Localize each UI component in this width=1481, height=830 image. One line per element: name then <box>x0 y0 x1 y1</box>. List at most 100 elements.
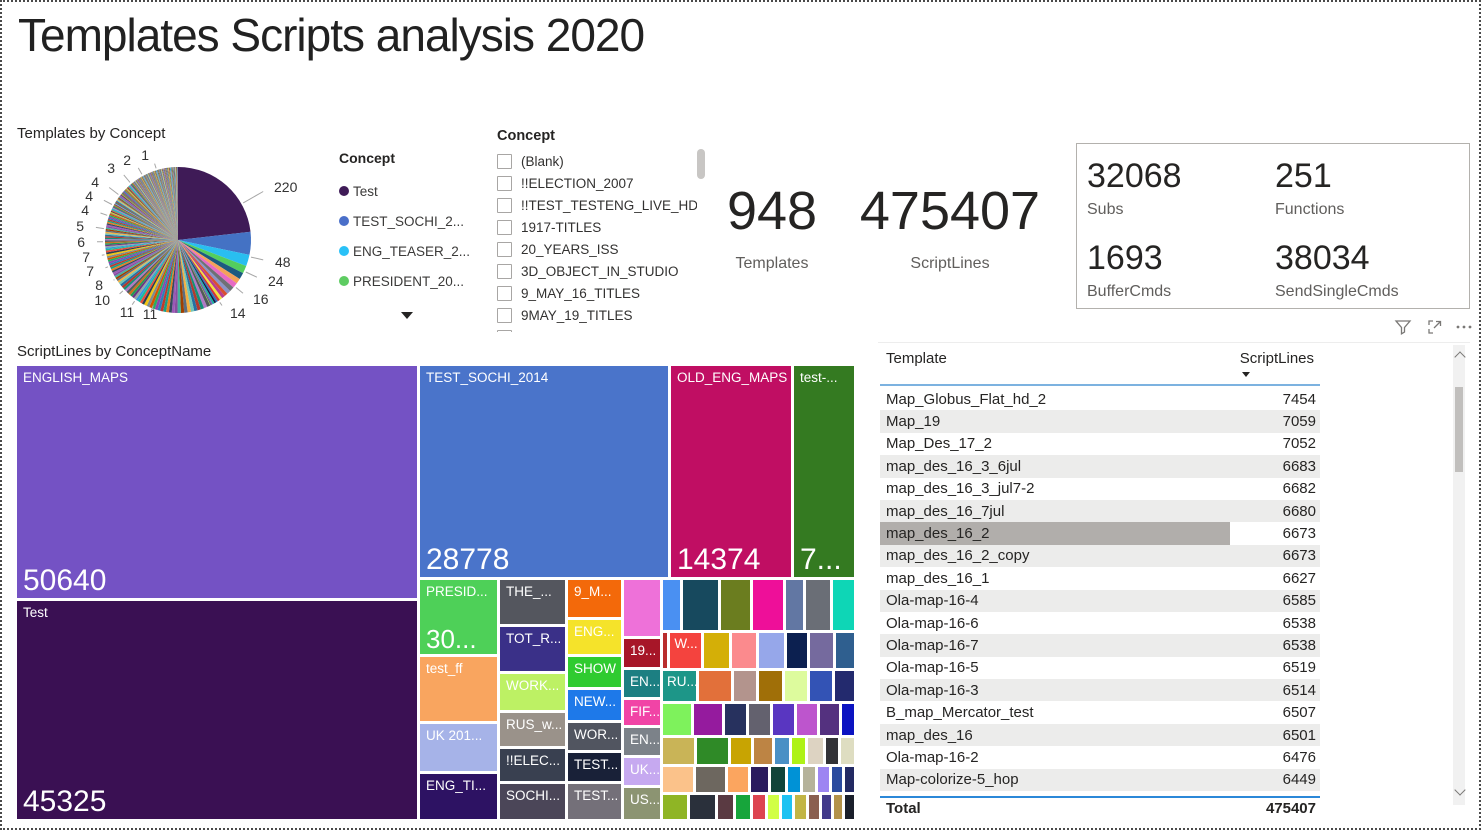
table-row[interactable]: Map_Globus_Flat_hd_27454 <box>880 388 1320 410</box>
slicer-item[interactable]: 20_YEARS_ISS <box>497 238 697 260</box>
slicer-checkbox[interactable] <box>497 154 512 169</box>
treemap-cell[interactable] <box>696 767 726 792</box>
treemap-cell[interactable] <box>736 795 750 819</box>
treemap-cell[interactable]: ENGLISH_MAPS50640 <box>17 366 417 598</box>
treemap-cell[interactable] <box>759 633 784 668</box>
table-row[interactable]: map_des_16_3_jul7-26682 <box>880 478 1320 500</box>
treemap-cell[interactable] <box>771 767 785 792</box>
treemap-cell[interactable]: Test45325 <box>17 601 417 819</box>
treemap-cell[interactable]: EN... <box>624 728 660 755</box>
treemap-cell[interactable] <box>718 795 734 819</box>
table-row[interactable]: Map_197059 <box>880 410 1320 432</box>
slicer-item[interactable]: 3D_OBJECT_IN_STUDIO <box>497 260 697 282</box>
treemap-cell[interactable] <box>734 671 756 701</box>
slicer-checkbox[interactable] <box>497 308 512 323</box>
treemap-cell[interactable] <box>792 738 805 764</box>
treemap-cell[interactable] <box>663 767 693 792</box>
treemap-cell[interactable] <box>826 738 839 764</box>
treemap-cell[interactable] <box>704 633 729 668</box>
legend-item[interactable]: TEST_SOCHI_2... <box>339 206 474 236</box>
legend-expand-arrow-icon[interactable] <box>401 312 413 319</box>
treemap-cell[interactable] <box>810 633 833 668</box>
treemap-cell[interactable] <box>795 795 805 819</box>
treemap-cell[interactable] <box>797 704 818 735</box>
treemap-cell[interactable]: UK 201... <box>420 724 497 771</box>
table-row[interactable]: Map-colorize-5_hop6449 <box>880 769 1320 791</box>
treemap-cell[interactable] <box>768 795 778 819</box>
treemap-cell[interactable] <box>773 704 794 735</box>
filter-icon[interactable] <box>1394 318 1414 338</box>
treemap-cell[interactable] <box>732 633 757 668</box>
treemap-cell[interactable] <box>690 795 714 819</box>
slicer-checkbox[interactable] <box>497 242 512 257</box>
treemap-cell[interactable] <box>845 767 854 792</box>
treemap-cell[interactable] <box>803 767 815 792</box>
treemap-cell[interactable]: OLD_ENG_MAPS14374 <box>671 366 791 577</box>
treemap-cell[interactable] <box>749 704 770 735</box>
treemap-cell[interactable]: WORK... <box>500 674 565 710</box>
treemap-cell[interactable]: US... <box>624 788 660 819</box>
treemap-cell[interactable]: test_ff <box>420 657 497 721</box>
table-row[interactable]: map_des_16_2_copy6673 <box>880 545 1320 567</box>
table-row[interactable]: Ola-map-16-36514 <box>880 679 1320 701</box>
treemap-cell[interactable]: SOCHI... <box>500 784 565 819</box>
treemap-cell[interactable] <box>699 671 732 701</box>
treemap-cell[interactable] <box>808 738 823 764</box>
treemap-cell[interactable]: ENG_TI... <box>420 774 497 819</box>
slicer-checkbox[interactable] <box>497 198 512 213</box>
treemap-cell[interactable] <box>841 738 854 764</box>
slicer-scrollbar[interactable] <box>697 149 705 179</box>
treemap-cell[interactable] <box>835 671 854 701</box>
slicer-item[interactable]: !!TEST_TESTENG_LIVE_HD_ <box>497 194 697 216</box>
treemap-cell[interactable] <box>822 795 831 819</box>
treemap-cell[interactable] <box>663 704 691 735</box>
slicer-checkbox[interactable] <box>497 220 512 235</box>
slicer-checkbox[interactable] <box>497 264 512 279</box>
pie-slice[interactable] <box>178 167 251 240</box>
treemap-cell[interactable]: W... <box>670 633 701 668</box>
treemap-cell[interactable] <box>751 767 768 792</box>
slicer-checkbox[interactable] <box>497 286 512 301</box>
treemap-cell[interactable] <box>782 795 792 819</box>
table-row[interactable]: Ola-map-16-66538 <box>880 612 1320 634</box>
treemap-cell[interactable] <box>833 580 854 630</box>
more-options-icon[interactable] <box>1454 318 1474 338</box>
treemap-cell[interactable]: NEW... <box>568 690 621 720</box>
legend-item[interactable]: PRESIDENT_20... <box>339 266 474 296</box>
table-header-template[interactable]: Template <box>886 350 947 367</box>
treemap-cell[interactable]: TEST... <box>568 753 621 781</box>
treemap-cell[interactable]: ENG... <box>568 620 621 654</box>
treemap-cell[interactable] <box>753 580 782 630</box>
table-row[interactable]: map_des_16_16627 <box>880 567 1320 589</box>
treemap-cell[interactable]: FIF... <box>624 700 660 725</box>
table-row[interactable]: Ola-map-16-56519 <box>880 657 1320 679</box>
treemap-cell[interactable] <box>754 738 772 764</box>
treemap-cell[interactable]: RUS_w... <box>500 713 565 746</box>
treemap-cell[interactable] <box>694 704 722 735</box>
table-row[interactable]: map_des_166501 <box>880 724 1320 746</box>
treemap-cell[interactable] <box>663 795 687 819</box>
treemap-cell[interactable] <box>787 633 807 668</box>
slicer-item[interactable]: 1917-TITLES <box>497 216 697 238</box>
sort-descending-icon[interactable] <box>1242 372 1250 377</box>
treemap-cell[interactable]: 19... <box>624 639 660 667</box>
treemap-cell[interactable]: test-...7... <box>794 366 854 577</box>
treemap-cell[interactable] <box>775 738 790 764</box>
treemap-cell[interactable] <box>721 580 750 630</box>
treemap-cell[interactable] <box>683 580 718 630</box>
legend-item[interactable]: Test <box>339 176 474 206</box>
treemap-cell[interactable]: !!ELEC... <box>500 749 565 781</box>
treemap-cell[interactable] <box>759 671 781 701</box>
slicer-checkbox[interactable] <box>497 330 512 333</box>
treemap-cell[interactable]: WOR... <box>568 723 621 750</box>
table-row[interactable]: Map_Des_17_27052 <box>880 433 1320 455</box>
treemap-cell[interactable] <box>832 767 842 792</box>
treemap-cell[interactable]: 9_M... <box>568 580 621 617</box>
table-row[interactable]: Ola-map-16-26476 <box>880 746 1320 768</box>
treemap-cell[interactable]: PRESID...30... <box>420 580 497 654</box>
treemap-cell[interactable] <box>728 767 747 792</box>
slicer-item[interactable]: (Blank) <box>497 150 697 172</box>
treemap-cell[interactable] <box>725 704 746 735</box>
treemap-cell[interactable] <box>818 767 828 792</box>
treemap-cell[interactable] <box>834 795 843 819</box>
